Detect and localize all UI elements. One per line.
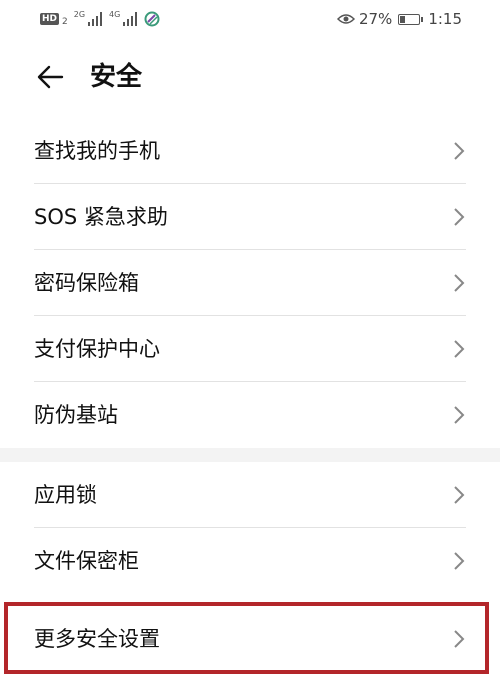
hd-badge: HD: [40, 13, 60, 25]
chevron-right-icon: [454, 142, 465, 160]
settings-group-security: 查找我的手机 SOS 紧急求助 密码保险箱 支付保护中心 防伪基站: [0, 118, 500, 448]
chevron-right-icon: [454, 340, 465, 358]
row-label: 更多安全设置: [34, 627, 160, 651]
network-type-1: 2G: [73, 9, 86, 19]
header: 安全: [0, 38, 500, 118]
sim-index: 2: [62, 17, 68, 27]
status-time: 1:15: [428, 10, 462, 28]
battery-cap: [421, 16, 424, 22]
signal-icon: [88, 12, 103, 26]
row-label: 查找我的手机: [34, 139, 160, 163]
settings-row-more-security[interactable]: 更多安全设置: [0, 606, 500, 672]
row-label: 支付保护中心: [34, 337, 160, 361]
settings-row-find-my-phone[interactable]: 查找我的手机: [0, 118, 500, 184]
row-label: 应用锁: [34, 483, 97, 507]
signal-icon: [123, 12, 138, 26]
row-label: 密码保险箱: [34, 271, 139, 295]
chevron-right-icon: [454, 630, 465, 648]
settings-row-payment-protection[interactable]: 支付保护中心: [0, 316, 500, 382]
battery-fill: [400, 15, 406, 23]
app-notification-icon: [144, 11, 160, 27]
chevron-right-icon: [454, 208, 465, 226]
row-label: 防伪基站: [34, 403, 118, 427]
chevron-right-icon: [454, 406, 465, 424]
chevron-right-icon: [454, 552, 465, 570]
status-left: HD 2 2G 4G: [40, 10, 160, 28]
settings-row-password-vault[interactable]: 密码保险箱: [0, 250, 500, 316]
row-label: 文件保密柜: [34, 549, 139, 573]
battery-icon: [398, 13, 424, 25]
settings-row-sos[interactable]: SOS 紧急求助: [0, 184, 500, 250]
settings-row-app-lock[interactable]: 应用锁: [0, 462, 500, 528]
status-bar: HD 2 2G 4G 27% 1:15: [0, 0, 500, 38]
back-arrow-icon[interactable]: [34, 60, 68, 94]
status-right: 27% 1:15: [336, 10, 462, 28]
settings-group-privacy: 应用锁 文件保密柜 更多安全设置: [0, 462, 500, 692]
screen: HD 2 2G 4G 27% 1:15 安全 查找我的手机 SOS 紧急求助 密…: [0, 0, 500, 692]
chevron-right-icon: [454, 274, 465, 292]
chevron-right-icon: [454, 486, 465, 504]
settings-row-file-safe[interactable]: 文件保密柜: [0, 528, 500, 594]
page-title: 安全: [90, 62, 143, 92]
eye-comfort-icon: [336, 14, 355, 24]
battery-percent: 27%: [358, 10, 393, 28]
row-label: SOS 紧急求助: [34, 205, 168, 229]
network-type-2: 4G: [109, 9, 121, 19]
settings-row-fake-base-station[interactable]: 防伪基站: [0, 382, 500, 448]
